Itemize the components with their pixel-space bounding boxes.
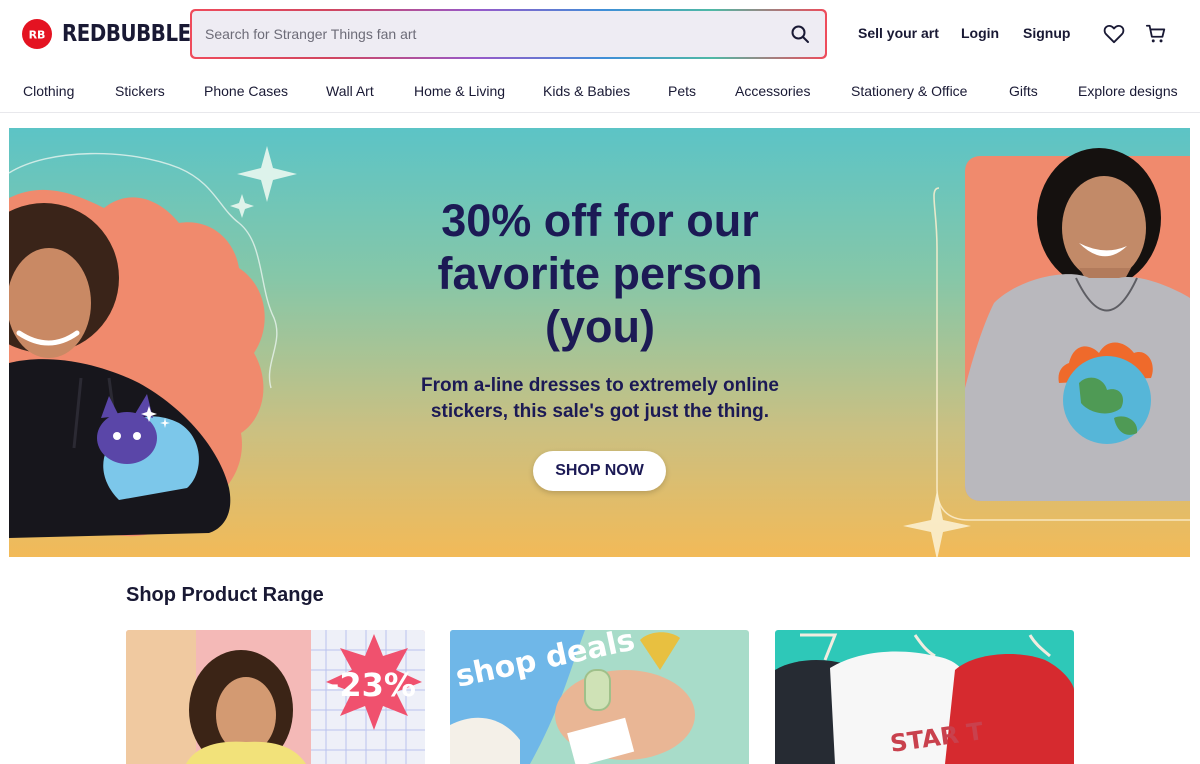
- redbubble-badge-icon: RB: [22, 19, 52, 49]
- sell-your-art-link[interactable]: Sell your art: [858, 25, 939, 41]
- hero-title: 30% off for our favorite person (you): [437, 195, 763, 352]
- product-range-card[interactable]: shop deals: [450, 630, 749, 764]
- logo-badge-text: RB: [29, 29, 46, 42]
- login-link[interactable]: Login: [961, 25, 999, 41]
- nav-item-pets[interactable]: Pets: [668, 83, 696, 99]
- nav-item-kids-babies[interactable]: Kids & Babies: [543, 83, 630, 99]
- discount-badge: -23%: [326, 666, 416, 704]
- search-input[interactable]: [205, 26, 787, 42]
- nav-item-gifts[interactable]: Gifts: [1009, 83, 1038, 99]
- hero-banner[interactable]: 30% off for our favorite person (you) Fr…: [9, 128, 1190, 557]
- category-nav: Clothing Stickers Phone Cases Wall Art H…: [0, 72, 1200, 113]
- product-card-image: -23%: [126, 630, 425, 764]
- nav-item-stickers[interactable]: Stickers: [115, 83, 165, 99]
- hero-subtitle: From a-line dresses to extremely online …: [421, 375, 779, 422]
- nav-item-accessories[interactable]: Accessories: [735, 83, 810, 99]
- shop-now-button[interactable]: SHOP NOW: [533, 451, 666, 491]
- nav-item-phone-cases[interactable]: Phone Cases: [204, 83, 288, 99]
- nav-item-explore-designs[interactable]: Explore designs: [1078, 83, 1178, 99]
- brand-name: REDBUBBLE: [62, 21, 191, 47]
- nav-item-clothing[interactable]: Clothing: [23, 83, 74, 99]
- search-field-container: [192, 11, 825, 57]
- search-icon[interactable]: [787, 21, 813, 47]
- signup-link[interactable]: Signup: [1023, 25, 1070, 41]
- site-header: RB REDBUBBLE Sell your art Login Signup: [0, 0, 1200, 70]
- section-title-product-range: Shop Product Range: [126, 584, 324, 606]
- search-bar: [190, 9, 827, 59]
- product-card-image: STAR T: [775, 630, 1074, 764]
- redbubble-logo[interactable]: RB REDBUBBLE: [22, 18, 212, 50]
- nav-item-home-living[interactable]: Home & Living: [414, 83, 505, 99]
- product-range-card[interactable]: -23%: [126, 630, 425, 764]
- nav-item-wall-art[interactable]: Wall Art: [326, 83, 374, 99]
- product-range-card[interactable]: STAR T: [775, 630, 1074, 764]
- product-card-image: shop deals: [450, 630, 749, 764]
- cart-icon[interactable]: [1144, 22, 1168, 46]
- heart-icon[interactable]: [1102, 22, 1126, 46]
- nav-item-stationery-office[interactable]: Stationery & Office: [851, 83, 967, 99]
